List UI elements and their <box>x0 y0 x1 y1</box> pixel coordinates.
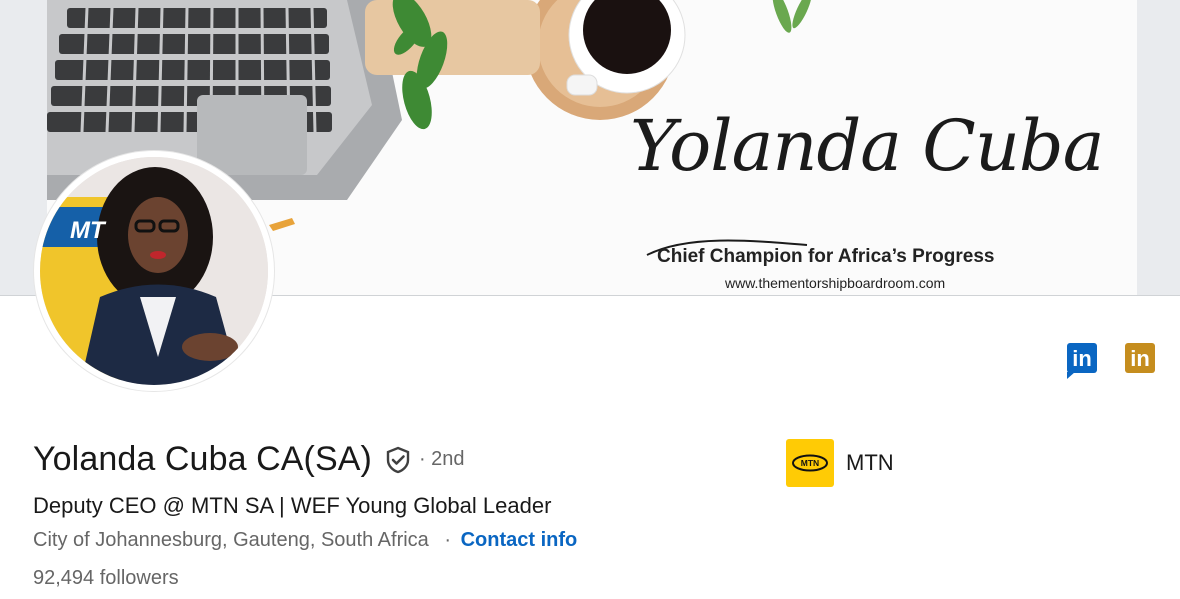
company-logo-text: MTN <box>801 458 819 468</box>
avatar-illustration <box>40 157 268 385</box>
separator-dot: · <box>444 529 452 551</box>
cover-right-strip <box>1137 0 1180 295</box>
company-logo: MTN <box>786 439 834 487</box>
contact-info-link[interactable]: Contact info <box>461 529 578 551</box>
avatar-sign-text: MT <box>70 217 105 244</box>
profile-avatar[interactable]: MT <box>34 151 274 391</box>
name-row: Yolanda Cuba CA(SA) · 2nd <box>33 440 465 479</box>
linkedin-icon[interactable]: in <box>1067 343 1097 379</box>
profile-headline: Deputy CEO @ MTN SA | WEF Young Global L… <box>33 493 552 518</box>
profile-name: Yolanda Cuba CA(SA) <box>33 440 372 478</box>
mtn-logo-icon: MTN <box>792 454 828 472</box>
linkedin-premium-icon[interactable]: in <box>1125 343 1155 373</box>
company-name: MTN <box>846 450 894 475</box>
cover-url: www.thementorshipboardroom.com <box>725 275 946 291</box>
profile-location: City of Johannesburg, Gauteng, South Afr… <box>33 529 429 551</box>
verified-shield-icon[interactable] <box>383 445 413 475</box>
connection-degree: · 2nd <box>418 448 465 470</box>
follower-count: 92,494 followers <box>33 567 179 589</box>
avatar-photo: MT <box>40 157 268 385</box>
location-row: City of Johannesburg, Gauteng, South Afr… <box>33 529 577 552</box>
cover-signature: Yolanda Cuba <box>630 105 1104 187</box>
current-company[interactable]: MTN MTN <box>786 439 894 487</box>
cover-tagline: Chief Champion for Africa’s Progress <box>657 246 995 267</box>
